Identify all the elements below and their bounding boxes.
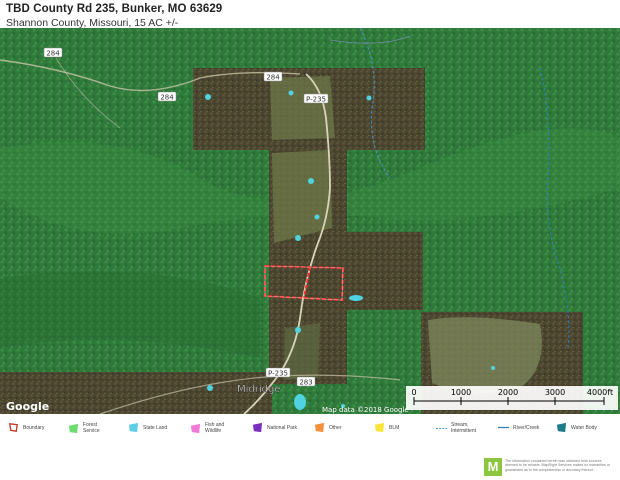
legend-label: Water Body bbox=[571, 424, 597, 431]
pond bbox=[491, 366, 495, 370]
pond bbox=[294, 394, 306, 410]
road-label: P-235 bbox=[306, 96, 326, 104]
legend-label: Fish and Wildlife bbox=[205, 422, 225, 434]
legend-item-forest-service: Forest Service bbox=[68, 422, 105, 434]
legend-label: Stream, Intermittent bbox=[451, 422, 477, 434]
boundary-icon bbox=[9, 423, 18, 432]
legend-item-state-land: State Land bbox=[128, 422, 167, 433]
pond bbox=[207, 385, 213, 391]
satellite-map[interactable]: 284 284 284 P-235 P-235 283 Midridge Goo… bbox=[0, 28, 620, 414]
footer: M The information contained herein was o… bbox=[484, 456, 616, 478]
road-shield-284: 284 bbox=[43, 47, 63, 58]
legend-label: Forest Service bbox=[83, 422, 100, 434]
scale-tick: 4000ft bbox=[587, 388, 613, 397]
road-label: 284 bbox=[46, 50, 60, 58]
road-shield-283: 283 bbox=[296, 376, 316, 387]
map-legend: Boundary Forest Service State Land Fish … bbox=[0, 418, 620, 442]
pasture-southeast bbox=[428, 317, 542, 393]
pond bbox=[308, 178, 314, 184]
pond bbox=[366, 95, 372, 101]
legend-item-fish-wildlife: Fish and Wildlife bbox=[190, 422, 229, 434]
road-shield-284: 284 bbox=[157, 91, 177, 102]
road-label: 284 bbox=[266, 74, 280, 82]
scale-tick: 3000 bbox=[545, 388, 565, 397]
pasture-north bbox=[270, 76, 335, 140]
legend-item-other: Other bbox=[314, 422, 342, 433]
road-shield-p235: P-235 bbox=[265, 367, 291, 378]
page-title: TBD County Rd 235, Bunker, MO 63629 bbox=[6, 3, 223, 15]
river-creek-icon bbox=[498, 426, 509, 429]
scale-tick: 0 bbox=[411, 388, 416, 397]
forest-service-icon bbox=[68, 423, 79, 433]
legend-item-river-creek: River/Creek bbox=[498, 422, 539, 433]
legend-label: State Land bbox=[143, 424, 168, 431]
legend-item-stream-intermittent: Stream, Intermittent bbox=[436, 422, 479, 434]
legend-item-boundary: Boundary bbox=[8, 422, 44, 433]
road-label: 283 bbox=[299, 379, 312, 387]
pond bbox=[295, 327, 301, 333]
legend-label: BLM bbox=[389, 424, 400, 431]
legend-label: Boundary bbox=[23, 424, 45, 431]
legend-label: National Park bbox=[267, 424, 298, 431]
disclaimer-text: The information contained herein was obt… bbox=[505, 459, 611, 472]
pond bbox=[349, 295, 363, 301]
pond bbox=[205, 94, 211, 100]
pond bbox=[295, 235, 301, 241]
google-logo: Google bbox=[6, 400, 49, 413]
water-body-icon bbox=[556, 422, 567, 433]
legend-label: Other bbox=[329, 424, 342, 431]
stream-intermittent-icon bbox=[436, 427, 447, 429]
legend-label: River/Creek bbox=[513, 424, 540, 431]
blm-icon bbox=[374, 422, 385, 433]
fish-wildlife-icon bbox=[190, 423, 201, 433]
mapright-logo: M bbox=[484, 458, 502, 476]
pond bbox=[288, 90, 294, 96]
scale-tick: 2000 bbox=[498, 388, 518, 397]
map-attribution: Map data ©2018 Google bbox=[322, 406, 409, 414]
legend-item-water-body: Water Body bbox=[556, 422, 597, 433]
road-shield-284: 284 bbox=[263, 71, 283, 82]
place-label: Midridge bbox=[237, 384, 281, 395]
pond bbox=[314, 214, 320, 220]
legend-item-national-park: National Park bbox=[252, 422, 297, 433]
road-label: P-235 bbox=[268, 370, 288, 378]
road-shield-p235: P-235 bbox=[303, 93, 329, 104]
scale-tick: 1000 bbox=[451, 388, 471, 397]
header: TBD County Rd 235, Bunker, MO 63629 Shan… bbox=[6, 2, 606, 30]
other-icon bbox=[314, 422, 325, 433]
scale-bar: 0 1000 2000 3000 4000ft bbox=[406, 386, 618, 410]
state-land-icon bbox=[128, 422, 139, 433]
road-label: 284 bbox=[160, 94, 174, 102]
national-park-icon bbox=[252, 422, 263, 433]
legend-item-blm: BLM bbox=[374, 422, 399, 433]
